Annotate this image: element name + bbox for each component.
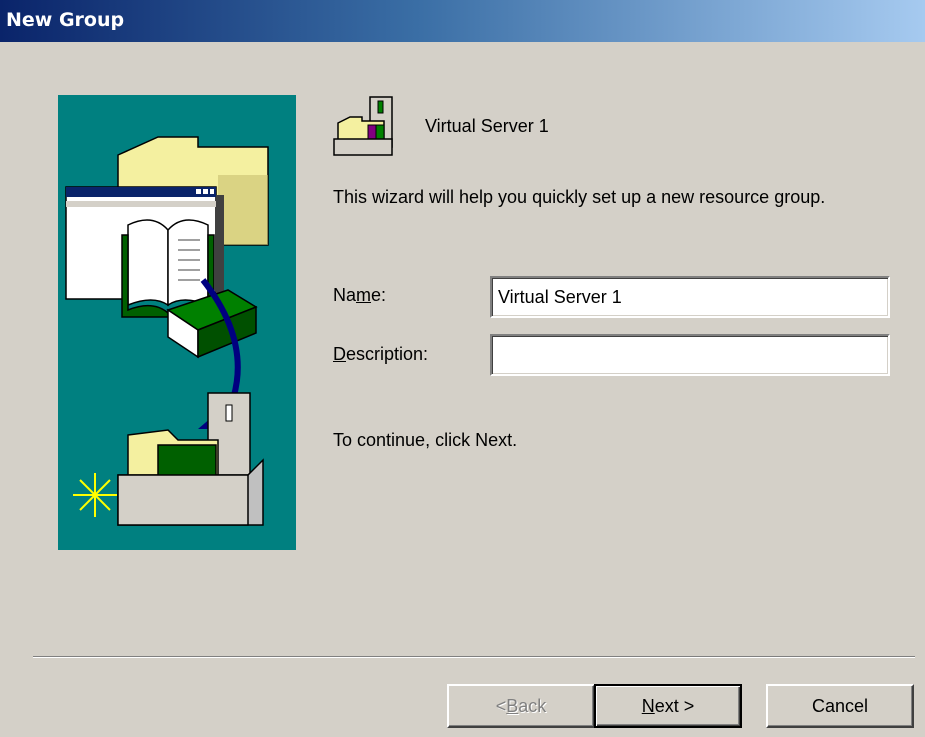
server-tray-icon bbox=[117, 392, 264, 526]
next-button[interactable]: Next > bbox=[594, 684, 742, 728]
back-button[interactable]: < Back bbox=[447, 684, 595, 728]
description-label: Description: bbox=[333, 344, 429, 364]
window-title: New Group bbox=[6, 9, 125, 31]
window-title-bar: New Group bbox=[0, 0, 925, 42]
description-field[interactable] bbox=[490, 334, 890, 376]
separator bbox=[33, 656, 915, 658]
name-field[interactable] bbox=[490, 276, 890, 318]
name-label: Name: bbox=[333, 285, 387, 305]
wizard-illustration bbox=[58, 95, 296, 550]
intro-text: This wizard will help you quickly set up… bbox=[333, 187, 826, 207]
server-folder-icon bbox=[332, 95, 398, 159]
cancel-button[interactable]: Cancel bbox=[766, 684, 914, 728]
continue-text: To continue, click Next. bbox=[333, 430, 518, 450]
page-title: Virtual Server 1 bbox=[425, 116, 549, 136]
sparkle-icon bbox=[73, 473, 117, 517]
